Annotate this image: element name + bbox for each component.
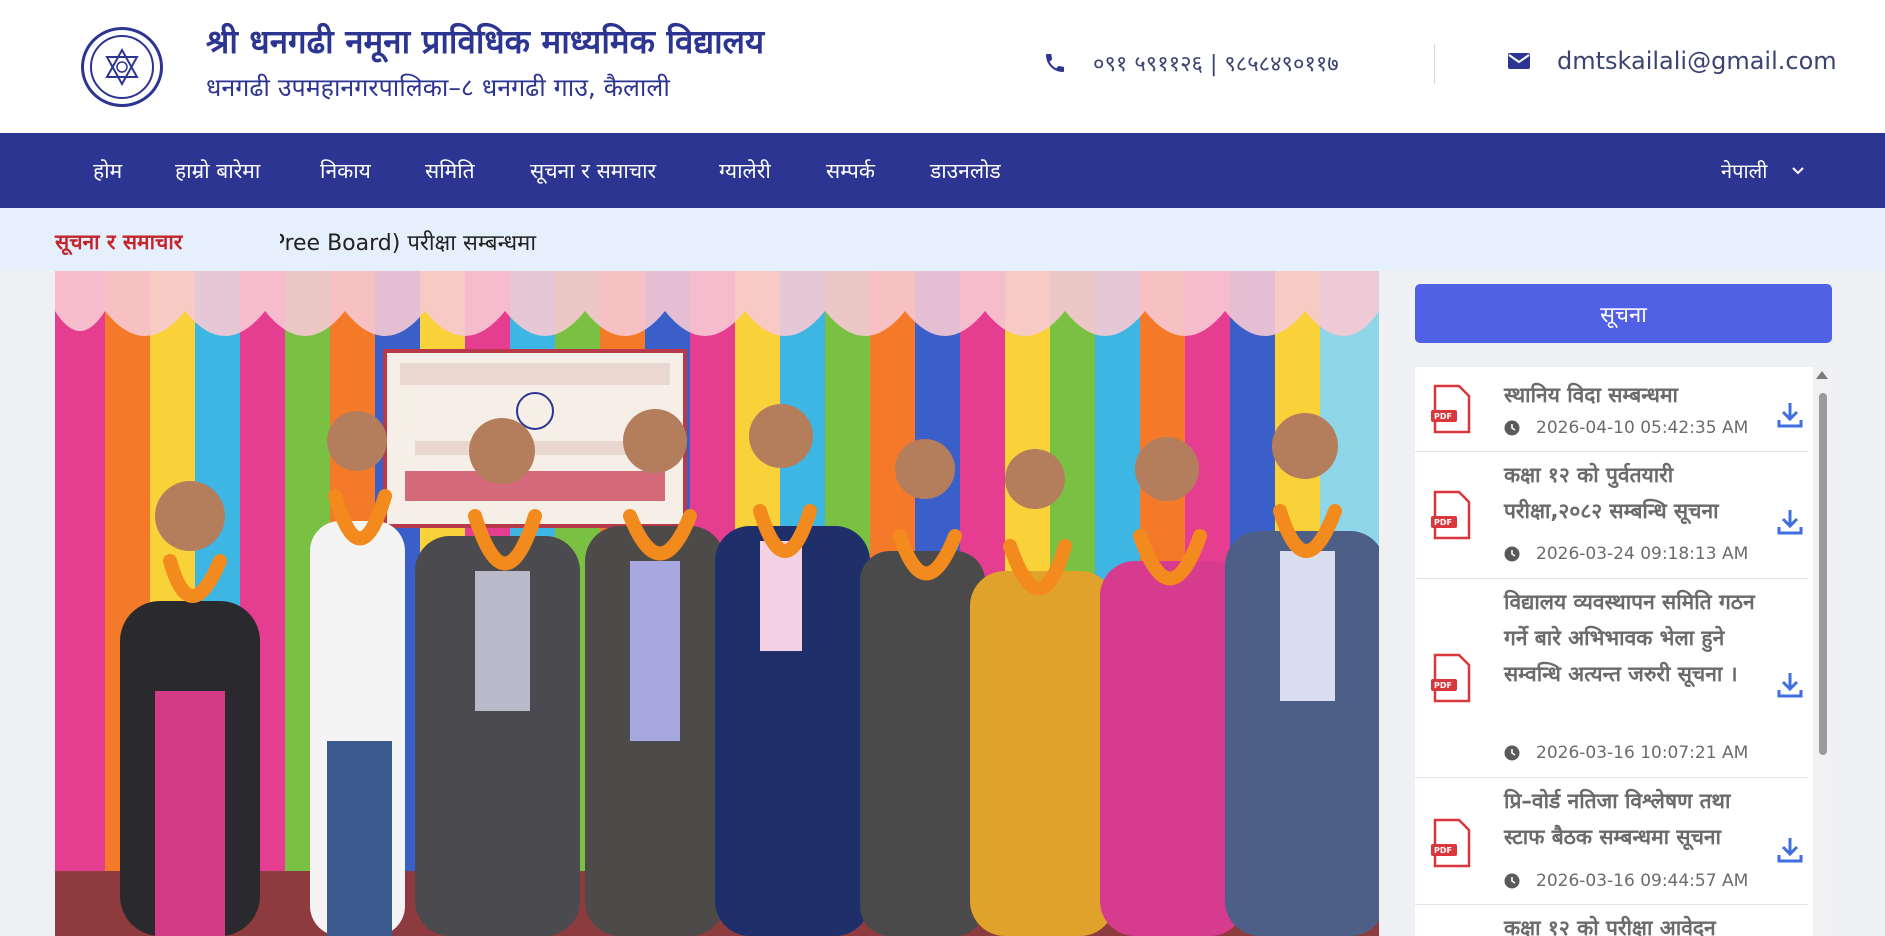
notice-title[interactable]: कक्षा १२ को परीक्षा आवेदन [1504,910,1774,936]
pdf-file-icon: PDF [1431,653,1471,703]
nav-item-bodies[interactable]: निकाय [320,157,371,185]
notice-title[interactable]: विद्यालय व्यवस्थापन समिति गठन गर्ने बारे… [1504,584,1774,692]
notice-item[interactable]: PDF कक्षा १२ को पुर्वतयारी परीक्षा,२०८२ … [1415,452,1808,579]
ticker-link[interactable]: (Pree Board) परीक्षा सम्बन्धमा [280,227,536,257]
news-ticker: सूचना र समाचार (Pree Board) परीक्षा सम्ब… [0,208,1885,271]
svg-text:PDF: PDF [1434,846,1452,855]
logo-emblem [90,35,154,99]
clock-icon [1504,873,1520,889]
notice-date: 2026-04-10 05:42:35 AM [1504,418,1748,438]
svg-text:PDF: PDF [1434,681,1452,690]
notice-item[interactable]: PDF विद्यालय व्यवस्थापन समिति गठन गर्ने … [1415,579,1808,778]
clock-icon [1504,745,1520,761]
notice-title[interactable]: प्रि–वोर्ड नतिजा विश्लेषण तथा स्टाफ बैठक… [1504,783,1774,855]
notice-title[interactable]: स्थानिय विदा सम्बन्धमा [1504,377,1774,413]
notice-scrollbar[interactable] [1813,367,1832,936]
phone-icon [1046,54,1064,72]
clock-icon [1504,546,1520,562]
nav-item-about[interactable]: हाम्रो बारेमा [175,157,260,185]
group-photo-illustration [55,271,1379,936]
featured-photo [55,271,1379,936]
notice-item[interactable]: PDF स्थानिय विदा सम्बन्धमा 2026-04-10 05… [1415,367,1808,452]
scroll-thumb[interactable] [1819,393,1827,755]
main-nav: होम हाम्रो बारेमा निकाय समिति सूचना र सम… [0,133,1885,208]
pdf-file-icon: PDF [1431,384,1471,434]
email-text: dmtskailali@gmail.com [1557,47,1837,75]
scroll-up-arrow-icon[interactable] [1816,371,1828,379]
notice-date-text: 2026-03-16 09:44:57 AM [1536,871,1749,891]
notice-item[interactable]: PDF प्रि–वोर्ड नतिजा विश्लेषण तथा स्टाफ … [1415,778,1808,905]
download-icon[interactable] [1777,401,1803,429]
svg-text:PDF: PDF [1434,412,1452,421]
nav-item-committee[interactable]: समिति [425,157,475,185]
language-select[interactable]: नेपाली [1721,157,1805,184]
clock-icon [1504,420,1520,436]
svg-text:PDF: PDF [1434,518,1452,527]
school-logo[interactable] [81,27,163,107]
nav-item-download[interactable]: डाउनलोड [930,157,1001,185]
language-label: नेपाली [1721,159,1768,183]
chevron-down-icon [1792,166,1805,174]
notice-item[interactable]: कक्षा १२ को परीक्षा आवेदन [1415,905,1808,936]
notice-date: 2026-03-24 09:18:13 AM [1504,544,1748,564]
notice-date-text: 2026-03-24 09:18:13 AM [1536,544,1749,564]
notice-title[interactable]: कक्षा १२ को पुर्वतयारी परीक्षा,२०८२ सम्ब… [1504,457,1774,529]
pdf-file-icon: PDF [1431,490,1471,540]
download-icon[interactable] [1777,508,1803,536]
pdf-file-icon: PDF [1431,818,1471,868]
nav-item-news[interactable]: सूचना र समाचार [530,157,656,185]
site-header: श्री धनगढी नमूना प्राविधिक माध्यमिक विद्… [0,0,1885,133]
nav-item-home[interactable]: होम [93,157,122,185]
notice-date-text: 2026-03-16 10:07:21 AM [1536,743,1749,763]
notice-header[interactable]: सूचना [1415,284,1832,343]
notice-date: 2026-03-16 09:44:57 AM [1504,871,1748,891]
notice-date-text: 2026-04-10 05:42:35 AM [1536,418,1749,438]
nav-item-gallery[interactable]: ग्यालेरी [719,157,771,185]
ticker-track: (Pree Board) परीक्षा सम्बन्धमा [280,208,1380,271]
download-icon[interactable] [1777,836,1803,864]
contact-divider [1434,44,1435,84]
envelope-icon [1508,53,1530,69]
school-address: धनगढी उपमहानगरपालिका–८ धनगढी गाउ, कैलाली [206,73,670,102]
download-icon[interactable] [1777,671,1803,699]
phone-text: ०९१ ५९११२६ | ९८५८४९०११७ [1093,52,1339,77]
notice-date: 2026-03-16 10:07:21 AM [1504,743,1748,763]
contact-email[interactable]: dmtskailali@gmail.com [1507,47,1837,75]
nav-item-contact[interactable]: सम्पर्क [826,157,875,185]
notice-panel: PDF स्थानिय विदा सम्बन्धमा 2026-04-10 05… [1415,367,1832,936]
contact-phone[interactable]: ०९१ ५९११२६ | ९८५८४९०११७ [1043,48,1339,78]
school-name: श्री धनगढी नमूना प्राविधिक माध्यमिक विद्… [206,22,765,61]
ticker-label: सूचना र समाचार [55,230,183,254]
star-emblem-icon [105,47,139,87]
